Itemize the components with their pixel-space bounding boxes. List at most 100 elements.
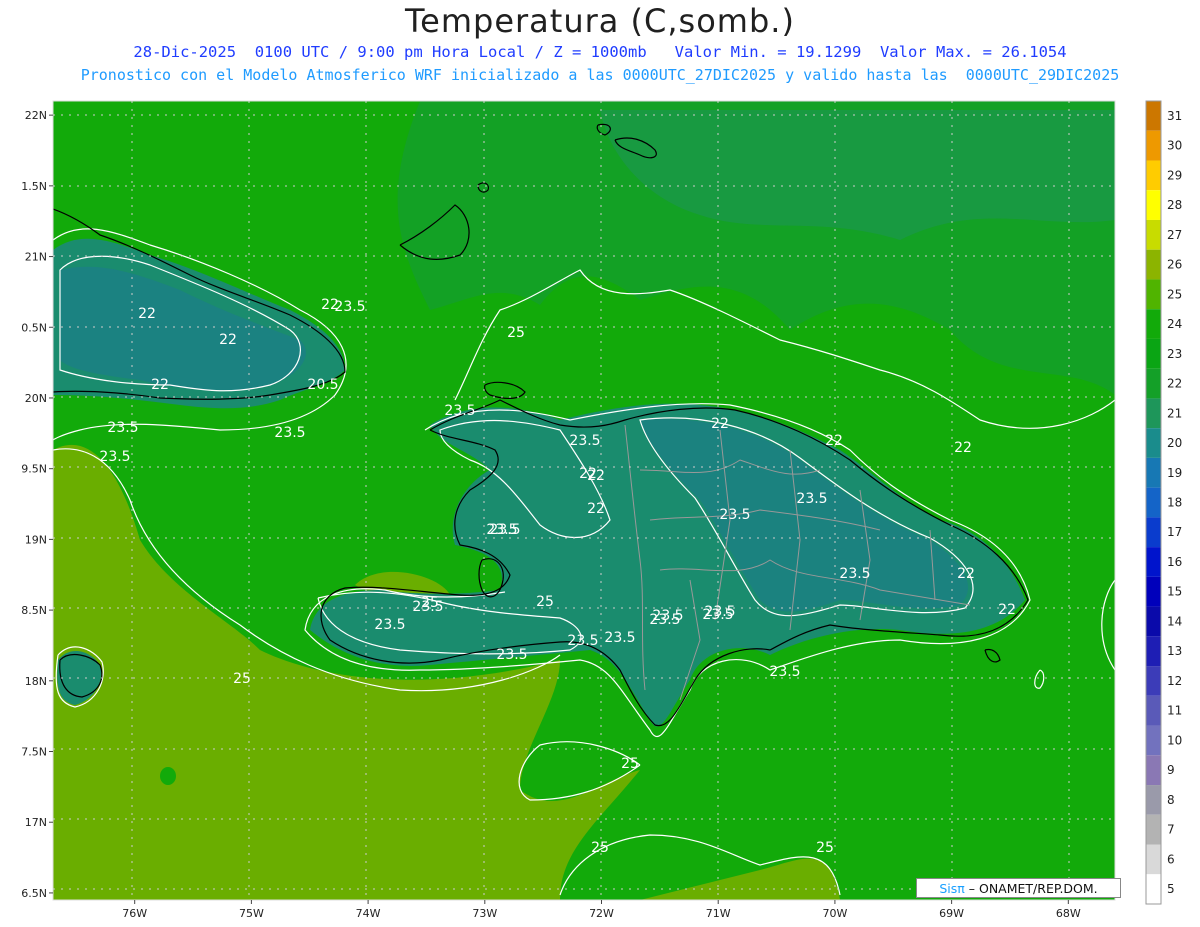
colorbar-label: 12 — [1167, 674, 1182, 688]
x-axis-tick-label: 74W — [356, 907, 381, 920]
contour-label: 25 — [591, 840, 609, 856]
x-axis-tick-label: 69W — [939, 907, 964, 920]
contour-label: 23.5 — [107, 420, 138, 436]
colorbar-label: 11 — [1167, 704, 1182, 718]
colorbar-label: 20 — [1167, 436, 1182, 450]
contour-label: 22 — [954, 440, 972, 456]
colorbar-cell — [1146, 814, 1161, 845]
map-plot-area: 22 22 20.5 22 22 23.5 23.5 23.5 23.5 25 23.5 23.5 22… — [53, 101, 1115, 900]
field-warm-spot — [230, 635, 246, 645]
colorbar-label: 15 — [1167, 585, 1182, 599]
credit-box: Sisπ – ONAMET/REP.DOM. — [916, 878, 1121, 898]
colorbar-cell — [1146, 547, 1161, 577]
contour-label: 22 — [957, 566, 975, 582]
y-axis-tick-label: 6.5N — [21, 887, 47, 900]
y-axis-tick-label: 21N — [25, 251, 47, 264]
colorbar-label: 9 — [1167, 763, 1175, 777]
colorbar-label: 5 — [1167, 882, 1175, 896]
field-warm-spot — [160, 767, 176, 785]
colorbar-label: 29 — [1167, 168, 1182, 182]
contour-label: 22 — [825, 433, 843, 449]
colorbar-cell — [1146, 517, 1161, 548]
contour-label: 22 — [711, 416, 729, 432]
contour-label: 23.5 — [796, 491, 827, 507]
colorbar-label: 17 — [1167, 525, 1182, 539]
colorbar-cell — [1146, 844, 1161, 875]
contour-label: 22 — [151, 377, 169, 393]
colorbar-label: 26 — [1167, 258, 1182, 272]
colorbar-cell — [1146, 309, 1161, 339]
colorbar-cell — [1146, 666, 1161, 696]
contour-label: 23.5 — [274, 425, 305, 441]
colorbar-label: 21 — [1167, 406, 1182, 420]
contour-label: 22 — [219, 332, 237, 348]
contour-label: 25 — [421, 595, 439, 611]
contour-label: 23.5 — [496, 647, 527, 663]
colorbar-cell — [1146, 636, 1161, 667]
contour-label: 23.5 — [719, 507, 750, 523]
colorbar-label: 10 — [1167, 733, 1182, 747]
colorbar-label: 7 — [1167, 823, 1175, 837]
contour-label: 22 — [579, 466, 597, 482]
contour-label: 22 — [998, 602, 1016, 618]
y-axis-tick-label: 19N — [25, 533, 47, 546]
contour-label: 23.5 — [652, 608, 683, 624]
colorbar-cell — [1146, 130, 1161, 161]
colorbar-cell — [1146, 576, 1161, 607]
colorbar-label: 27 — [1167, 228, 1182, 242]
contour-label: 23.5 — [374, 617, 405, 633]
contour-label: 23.5 — [769, 664, 800, 680]
colorbar-label: 30 — [1167, 139, 1182, 153]
colorbar-cell — [1146, 487, 1161, 518]
colorbar: 31 30 29 28 27 26 25 24 23 22 21 20 19 18 17 16 15 14 13 12… — [1145, 100, 1182, 905]
colorbar-cell — [1146, 725, 1161, 756]
colorbar-cell — [1146, 279, 1161, 310]
contour-label: 23.5 — [99, 449, 130, 465]
colorbar-label: 8 — [1167, 793, 1175, 807]
contour-label: 23.5 — [569, 433, 600, 449]
y-axis-tick-label: 0.5N — [21, 321, 47, 334]
colorbar-cell — [1146, 755, 1161, 786]
x-axis-tick-label: 72W — [589, 907, 614, 920]
y-axis-tick-label: 7.5N — [21, 746, 47, 759]
colorbar-cell — [1146, 368, 1161, 399]
credit-text: – ONAMET/REP.DOM. — [964, 881, 1098, 896]
contour-label: 25 — [536, 594, 554, 610]
contour-label: 20.5 — [307, 377, 338, 393]
contour-label: 22 — [587, 501, 605, 517]
y-axis-tick-label: 20N — [25, 392, 47, 405]
y-axis-tick-label: 9.5N — [21, 463, 47, 476]
colorbar-cell — [1146, 219, 1161, 250]
x-axis-tick-label: 71W — [706, 907, 731, 920]
contour-label: 22 — [138, 306, 156, 322]
y-axis-tick-label: 8.5N — [21, 604, 47, 617]
colorbar-cell — [1146, 160, 1161, 191]
colorbar-cell — [1146, 457, 1161, 488]
x-axis-tick-label: 75W — [239, 907, 264, 920]
credit-brand: Sisπ — [939, 881, 965, 896]
x-axis-tick-label: 73W — [472, 907, 497, 920]
colorbar-label: 13 — [1167, 644, 1182, 658]
colorbar-cell — [1146, 249, 1161, 280]
colorbar-cell — [1146, 398, 1161, 429]
colorbar-label: 22 — [1167, 377, 1182, 391]
colorbar-label: 25 — [1167, 287, 1182, 301]
colorbar-cell — [1146, 101, 1161, 131]
colorbar-label: 16 — [1167, 555, 1182, 569]
x-axis-tick-label: 76W — [122, 907, 147, 920]
contour-label: 23.5 — [486, 522, 517, 538]
y-axis-tick-label: 1.5N — [21, 180, 47, 193]
colorbar-label: 14 — [1167, 614, 1182, 628]
x-axis-tick-label: 70W — [822, 907, 847, 920]
y-axis: 22N 1.5N 21N 0.5N 20N 9.5N 19N 8.5N 18N 7.5N 17N 6.… — [21, 109, 53, 900]
contour-label: 25 — [233, 671, 251, 687]
contour-label: 23.5 — [704, 604, 735, 620]
colorbar-label: 24 — [1167, 317, 1182, 331]
colorbar-label: 23 — [1167, 347, 1182, 361]
y-axis-tick-label: 18N — [25, 675, 47, 688]
colorbar-cell — [1146, 428, 1161, 458]
colorbar-cell — [1146, 874, 1161, 904]
colorbar-cell — [1146, 190, 1161, 220]
colorbar-cell — [1146, 606, 1161, 637]
y-axis-tick-label: 17N — [25, 816, 47, 829]
